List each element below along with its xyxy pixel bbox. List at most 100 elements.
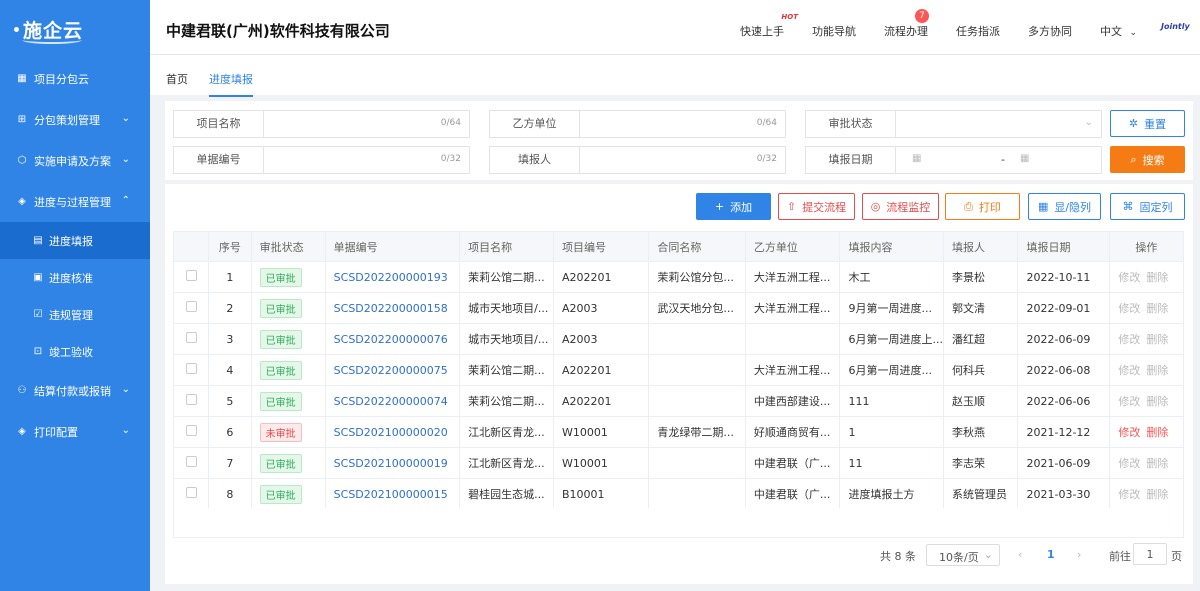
- edit-link[interactable]: 修改: [1118, 333, 1140, 346]
- reporter-field[interactable]: 填报人 0/32: [489, 146, 786, 174]
- doc-no-link[interactable]: SCSD202100000015: [334, 488, 448, 501]
- toggle-columns-button[interactable]: ▦ 显/隐列: [1028, 193, 1101, 220]
- status-badge: 已审批: [259, 298, 302, 318]
- table-row[interactable]: 1 已审批 SCSD202200000193 茉莉公馆二期... A202201 茉莉公馆…: [173, 261, 1185, 293]
- flow-monitor-button[interactable]: ◎ 流程监控: [862, 193, 939, 220]
- print-button[interactable]: ⎙ 打印: [945, 193, 1020, 220]
- cell-party-b: 大洋五洲工程...: [744, 261, 841, 293]
- cell-reporter: 李志荣: [942, 447, 1019, 479]
- doc-no-link[interactable]: SCSD202200000158: [334, 302, 448, 315]
- status-badge: 已审批: [259, 453, 302, 473]
- table-row[interactable]: 2 已审批 SCSD202200000158 城市天地项目/... A2003 武汉天地分…: [173, 292, 1185, 324]
- row-checkbox[interactable]: [173, 416, 209, 448]
- cell-doc-no: SCSD202100000019: [324, 447, 461, 479]
- approval-status-select[interactable]: 审批状态 ⌄: [805, 110, 1102, 138]
- cell-no: 2: [208, 292, 252, 324]
- edit-link[interactable]: 修改: [1118, 457, 1140, 470]
- project-name-field[interactable]: 项目名称 0/64: [173, 110, 470, 138]
- reset-button[interactable]: ✲ 重置: [1110, 110, 1185, 137]
- edit-link[interactable]: 修改: [1118, 364, 1140, 377]
- doc-no-link[interactable]: SCSD202100000019: [334, 457, 448, 470]
- nav-quick-start[interactable]: 快速上手 HOT: [740, 13, 798, 39]
- sidebar-sub-progress-approve[interactable]: ▣ 进度核准: [0, 259, 150, 296]
- edit-link[interactable]: 修改: [1118, 395, 1140, 408]
- doc-no-field[interactable]: 单据编号 0/32: [173, 146, 470, 174]
- cell-date: 2022-06-09: [1017, 323, 1110, 355]
- breadcrumb-home[interactable]: 首页: [166, 71, 188, 87]
- sidebar-item-progress[interactable]: ◈ 进度与过程管理 ⌃: [0, 181, 150, 222]
- row-checkbox[interactable]: [173, 292, 209, 324]
- checkbox[interactable]: [185, 425, 197, 436]
- checkbox[interactable]: [185, 394, 197, 405]
- sidebar-item-implementation[interactable]: ⬡ 实施申请及方案 ⌄: [0, 140, 150, 181]
- prev-page-icon[interactable]: ‹: [1018, 548, 1022, 561]
- delete-link[interactable]: 删除: [1146, 271, 1168, 284]
- goto-page-input[interactable]: 1: [1133, 543, 1167, 565]
- sidebar-item-print-config[interactable]: ◈ 打印配置 ⌄: [0, 411, 150, 452]
- table-row[interactable]: 7 已审批 SCSD202100000019 江北新区青龙... W10001 中建君联（…: [173, 447, 1185, 479]
- edit-link[interactable]: 修改: [1118, 488, 1140, 501]
- checkbox[interactable]: [185, 301, 197, 312]
- row-checkbox[interactable]: [173, 447, 209, 479]
- table-row[interactable]: 5 已审批 SCSD202200000074 茉莉公馆二期... A202201 中建西部…: [173, 385, 1185, 417]
- edit-link[interactable]: 修改: [1118, 426, 1140, 439]
- table-row[interactable]: 3 已审批 SCSD202200000076 城市天地项目/... A2003 6月第一周…: [173, 323, 1185, 355]
- nav-function-guide[interactable]: 功能导航: [812, 23, 856, 39]
- cell-party-b: [744, 323, 841, 355]
- delete-link[interactable]: 删除: [1146, 426, 1168, 439]
- nav-task-assign[interactable]: 任务指派: [956, 23, 1000, 39]
- checkbox[interactable]: [185, 270, 197, 281]
- table-row[interactable]: 6 未审批 SCSD202100000020 江北新区青龙... W10001 青龙绿带二…: [173, 416, 1185, 448]
- cell-doc-no: SCSD202200000158: [324, 292, 461, 324]
- add-button[interactable]: + 添加: [696, 193, 771, 220]
- submit-flow-button[interactable]: ⇧ 提交流程: [778, 193, 855, 220]
- sidebar-sub-violation[interactable]: ☑ 违规管理: [0, 296, 150, 333]
- edit-link[interactable]: 修改: [1118, 302, 1140, 315]
- search-button[interactable]: ⌕ 搜索: [1110, 146, 1185, 173]
- checkbox[interactable]: [185, 456, 197, 467]
- next-page-icon[interactable]: ›: [1077, 548, 1081, 561]
- row-checkbox[interactable]: [173, 354, 209, 386]
- row-checkbox[interactable]: [173, 385, 209, 417]
- row-checkbox[interactable]: [173, 323, 209, 355]
- delete-link[interactable]: 删除: [1146, 488, 1168, 501]
- party-b-field[interactable]: 乙方单位 0/64: [489, 110, 786, 138]
- sidebar-item-planning[interactable]: ⊞ 分包策划管理 ⌄: [0, 99, 150, 140]
- page-size-select[interactable]: 10条/页 ⌄: [926, 544, 1000, 566]
- delete-link[interactable]: 删除: [1146, 364, 1168, 377]
- language-select[interactable]: 中文 ⌄: [1100, 23, 1137, 39]
- row-checkbox[interactable]: [173, 261, 209, 293]
- doc-no-link[interactable]: SCSD202200000076: [334, 333, 448, 346]
- pin-columns-button[interactable]: ⌘ 固定列: [1110, 193, 1185, 220]
- sidebar-item-label: 结算付款或报销: [34, 384, 111, 398]
- delete-link[interactable]: 删除: [1146, 302, 1168, 315]
- button-label: 固定列: [1139, 200, 1173, 214]
- sidebar-sub-progress-report[interactable]: ▤ 进度填报: [0, 222, 150, 259]
- sidebar-sub-acceptance[interactable]: ⊡ 竣工验收: [0, 333, 150, 370]
- sidebar-item-settlement[interactable]: ⚇ 结算付款或报销 ⌄: [0, 370, 150, 411]
- doc-no-link[interactable]: SCSD202200000075: [334, 364, 448, 377]
- sidebar-item-project-cloud[interactable]: ▦ 项目分包云: [0, 58, 150, 99]
- table-row[interactable]: 8 已审批 SCSD202100000015 碧桂园生态城... B10001 中建君联（…: [173, 478, 1185, 510]
- doc-no-link[interactable]: SCSD202200000074: [334, 395, 448, 408]
- checkbox[interactable]: [185, 363, 197, 374]
- table-row[interactable]: 4 已审批 SCSD202200000075 茉莉公馆二期... A202201 大洋五洲…: [173, 354, 1185, 386]
- checkbox[interactable]: [185, 487, 197, 498]
- char-counter: 0/64: [440, 118, 461, 128]
- edit-link[interactable]: 修改: [1118, 271, 1140, 284]
- delete-link[interactable]: 删除: [1146, 333, 1168, 346]
- report-date-range[interactable]: 填报日期 ▦ - ▦: [805, 146, 1102, 174]
- report-icon: ▤: [33, 235, 43, 246]
- brand-logo[interactable]: Jointly: [1161, 22, 1190, 31]
- nav-workflow[interactable]: 流程办理 7: [884, 9, 929, 39]
- delete-link[interactable]: 删除: [1146, 395, 1168, 408]
- doc-no-link[interactable]: SCSD202100000020: [334, 426, 448, 439]
- printer-icon: ⎙: [964, 199, 973, 213]
- doc-no-link[interactable]: SCSD202200000193: [334, 271, 448, 284]
- row-checkbox[interactable]: [173, 478, 209, 510]
- delete-link[interactable]: 删除: [1146, 457, 1168, 470]
- page-number[interactable]: 1: [1047, 548, 1055, 561]
- nav-collaboration[interactable]: 多方协同: [1028, 23, 1072, 39]
- checkbox[interactable]: [185, 332, 197, 343]
- breadcrumb-current[interactable]: 进度填报: [209, 71, 253, 97]
